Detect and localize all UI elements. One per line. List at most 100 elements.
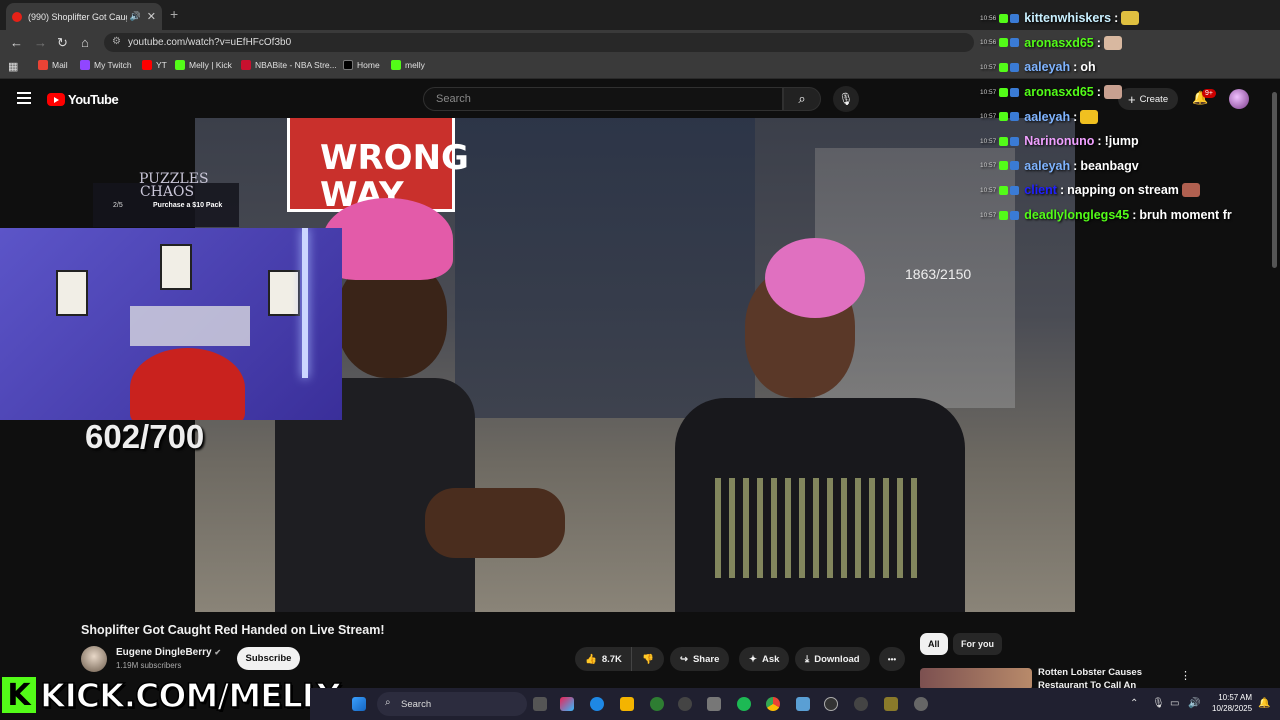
streamer-bonnet <box>130 348 245 420</box>
kick-icon <box>391 60 401 70</box>
tab-youtube[interactable]: (990) Shoplifter Got Caught 🔊 ✕ <box>6 3 162 30</box>
site-info-icon[interactable]: ⚙ <box>112 36 121 47</box>
chat-username[interactable]: aaleyah <box>1024 159 1070 173</box>
chat-overlay: 10:56 kittenwhiskers:10:56 aronasxd65:10:5… <box>980 6 1280 227</box>
chat-message: 10:56 aronasxd65: <box>980 31 1280 56</box>
search-button[interactable]: ⌕ <box>783 87 821 111</box>
tab-close-button[interactable]: ✕ <box>147 10 156 23</box>
chat-emote-icon <box>1121 11 1140 26</box>
chat-message: 10:57 aronasxd65: <box>980 80 1280 105</box>
download-button[interactable]: ⤓ Download <box>795 647 870 671</box>
chat-username[interactable]: client <box>1024 183 1057 197</box>
chat-username[interactable]: aronasxd65 <box>1024 85 1093 99</box>
thumbs-up-icon: 👍 <box>585 653 597 665</box>
volume-icon[interactable]: 🔊 <box>1188 698 1200 709</box>
voice-search-button[interactable]: 🎙 <box>833 86 859 112</box>
bookmark-nbabite[interactable]: NBABite - NBA Stre... <box>241 60 337 70</box>
media-player-icon[interactable] <box>824 697 838 711</box>
chip-all[interactable]: All <box>920 633 948 655</box>
chat-badge-icon <box>999 210 1009 220</box>
nba-icon <box>241 60 251 70</box>
chat-separator: : <box>1073 109 1078 124</box>
copilot-icon[interactable] <box>560 697 574 711</box>
chat-timestamp: 10:57 <box>980 113 997 121</box>
bookmark-my-twitch[interactable]: My Twitch <box>80 60 132 70</box>
chat-username[interactable]: kittenwhiskers <box>1024 11 1111 25</box>
spotify-icon[interactable] <box>737 697 751 711</box>
store-icon[interactable] <box>707 697 721 711</box>
chat-username[interactable]: aaleyah <box>1024 110 1070 124</box>
like-button[interactable]: 👍 8.7K <box>575 647 631 671</box>
chat-badge-icon <box>999 87 1009 97</box>
chat-badge-icon <box>999 13 1009 23</box>
more-actions-button[interactable]: ••• <box>879 647 905 671</box>
new-tab-button[interactable]: + <box>170 6 178 22</box>
streamer-webcam <box>0 228 342 420</box>
ask-button[interactable]: ✦ Ask <box>739 647 790 671</box>
chat-separator: : <box>1114 11 1119 26</box>
chrome-icon[interactable] <box>766 697 780 711</box>
chat-username[interactable]: aaleyah <box>1024 60 1070 74</box>
download-icon: ⤓ <box>805 653 810 665</box>
apps-grid-icon[interactable]: ▦ <box>8 60 18 73</box>
page-scrollbar[interactable] <box>1272 92 1277 268</box>
notification-icon[interactable]: 🔔 <box>1258 698 1270 709</box>
x-icon <box>343 60 353 70</box>
bookmark-melly-kick[interactable]: Melly | Kick <box>175 60 232 70</box>
wall-poster <box>268 270 300 316</box>
microphone-icon[interactable]: 🎙 <box>1152 698 1165 709</box>
url-field[interactable]: ⚙ youtube.com/watch?v=uEfHFcOf3b0 <box>104 33 974 52</box>
app-icon[interactable] <box>884 697 898 711</box>
home-icon[interactable]: ⌂ <box>81 35 89 50</box>
task-view-icon[interactable] <box>533 697 547 711</box>
dislike-button[interactable]: 👎 <box>631 647 664 671</box>
bookmark-mail[interactable]: Mail <box>38 60 68 70</box>
photos-icon[interactable] <box>796 697 810 711</box>
chat-emote-icon <box>1181 183 1200 198</box>
chat-badge-icon <box>999 38 1009 48</box>
forward-icon[interactable]: → <box>34 35 47 50</box>
chat-badge-icon <box>1010 161 1020 171</box>
speaker-icon[interactable]: 🔊 <box>130 11 141 22</box>
microphone-icon: 🎙 <box>838 92 854 106</box>
chat-username[interactable]: Narinonuno <box>1024 134 1094 148</box>
edge-icon[interactable] <box>590 697 604 711</box>
channel-avatar[interactable] <box>81 646 107 672</box>
windows-start-icon[interactable] <box>352 697 366 711</box>
bookmark-home[interactable]: Home <box>343 60 380 70</box>
share-button[interactable]: ↪ Share <box>670 647 730 671</box>
taskbar-clock[interactable]: 10:57 AM 10/28/2025 <box>1212 693 1252 715</box>
reload-icon[interactable]: ↻ <box>57 35 68 51</box>
subscribe-button[interactable]: Subscribe <box>237 647 300 670</box>
file-explorer-icon[interactable] <box>620 697 634 711</box>
chip-for-you[interactable]: For you <box>953 633 1002 655</box>
chat-message: 10:57 Narinonuno: !jump <box>980 129 1280 154</box>
taskbar-search[interactable]: ⌕ Search <box>377 692 527 716</box>
xbox-icon[interactable] <box>650 697 664 711</box>
share-icon: ↪ <box>680 653 688 665</box>
app-icon[interactable] <box>854 697 868 711</box>
chat-separator: : <box>1073 158 1078 173</box>
bookmark-yt[interactable]: YT <box>142 60 167 70</box>
network-icon[interactable]: ▭ <box>1170 698 1179 709</box>
shelf <box>130 306 250 346</box>
led-strip <box>302 228 308 378</box>
recommended-thumbnail[interactable] <box>920 668 1032 690</box>
chat-timestamp: 10:57 <box>980 63 997 71</box>
settings-gear-icon[interactable] <box>914 697 928 711</box>
menu-icon[interactable] <box>17 92 31 107</box>
wall-poster <box>56 270 88 316</box>
search-input[interactable]: Search <box>423 87 783 111</box>
sparkle-icon: ✦ <box>749 653 757 665</box>
chat-username[interactable]: deadlylonglegs45 <box>1024 208 1129 222</box>
github-icon[interactable] <box>678 697 692 711</box>
tray-chevron-icon[interactable]: ⌃ <box>1130 698 1138 709</box>
youtube-logo[interactable]: YouTube <box>47 92 119 107</box>
chat-text: napping on stream <box>1067 183 1179 198</box>
chat-badge-icon <box>1010 136 1020 146</box>
back-icon[interactable]: ← <box>10 35 23 50</box>
channel-name[interactable]: Eugene DingleBerry ✔ <box>116 647 221 658</box>
kebab-menu-icon[interactable]: ⋮ <box>1180 669 1191 682</box>
chat-username[interactable]: aronasxd65 <box>1024 36 1093 50</box>
bookmark-melly[interactable]: melly <box>391 60 425 70</box>
